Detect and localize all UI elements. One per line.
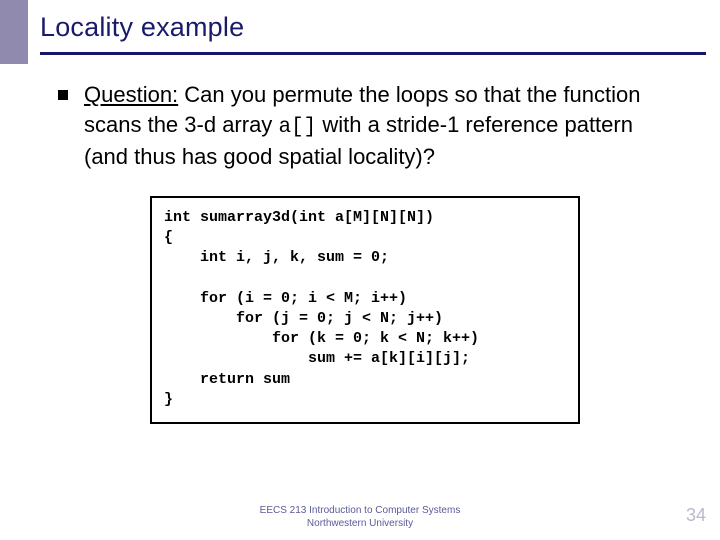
title-accent-bar <box>0 0 28 64</box>
title-underline <box>40 52 706 55</box>
inline-code: a[] <box>278 116 316 139</box>
footer-line-1: EECS 213 Introduction to Computer System… <box>0 505 720 518</box>
footer-line-2: Northwestern University <box>0 518 720 531</box>
bullet-row: Question: Can you permute the loops so t… <box>58 80 680 172</box>
slide-title-wrap: Locality example <box>40 12 700 43</box>
slide-content: Question: Can you permute the loops so t… <box>58 80 680 424</box>
question-label: Question: <box>84 82 178 107</box>
slide-title: Locality example <box>40 12 700 43</box>
slide-footer: EECS 213 Introduction to Computer System… <box>0 505 720 530</box>
bullet-icon <box>58 90 68 100</box>
code-block: int sumarray3d(int a[M][N][N]) { int i, … <box>150 196 580 425</box>
question-paragraph: Question: Can you permute the loops so t… <box>84 80 680 172</box>
page-number: 34 <box>686 505 706 526</box>
